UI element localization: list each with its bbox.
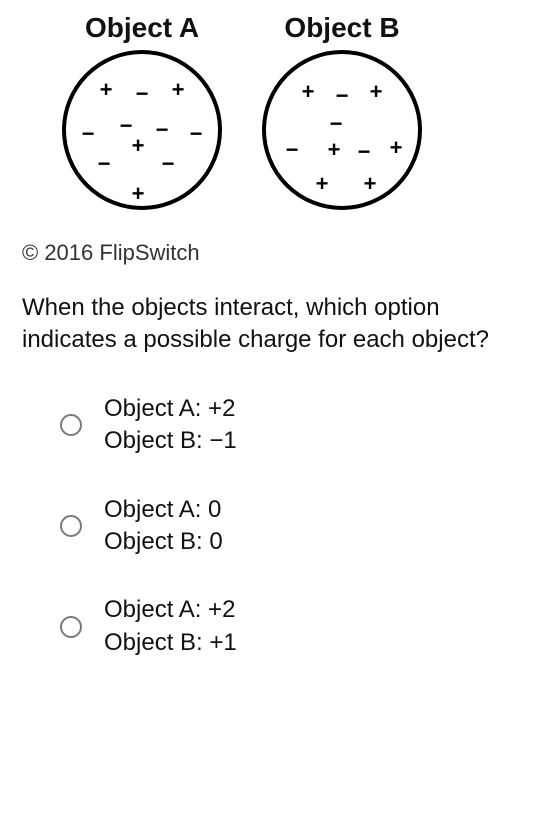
minus-charge-icon: − [286, 139, 299, 161]
copyright-text: © 2016 FlipSwitch [22, 240, 522, 266]
object-a-label: Object A [85, 12, 199, 44]
plus-charge-icon: + [390, 137, 403, 159]
answer-option-text: Object A: +2 Object B: −1 [104, 393, 237, 458]
plus-charge-icon: + [316, 173, 329, 195]
diagram-row: Object A +−+−−+−−−−+ Object B +−+−−+−+++ [22, 12, 522, 210]
object-a-block: Object A +−+−−+−−−−+ [62, 12, 222, 210]
radio-button-icon[interactable] [60, 414, 82, 436]
radio-button-icon[interactable] [60, 515, 82, 537]
minus-charge-icon: − [136, 83, 149, 105]
plus-charge-icon: + [370, 81, 383, 103]
plus-charge-icon: + [132, 183, 145, 205]
object-a-circle: +−+−−+−−−−+ [62, 50, 222, 210]
answer-option-2[interactable]: Object A: 0 Object B: 0 [60, 494, 522, 559]
object-b-label: Object B [284, 12, 399, 44]
plus-charge-icon: + [100, 79, 113, 101]
minus-charge-icon: − [162, 153, 175, 175]
answer-option-1[interactable]: Object A: +2 Object B: −1 [60, 393, 522, 458]
answer-option-text: Object A: 0 Object B: 0 [104, 494, 223, 559]
radio-button-icon[interactable] [60, 616, 82, 638]
plus-charge-icon: + [328, 139, 341, 161]
minus-charge-icon: − [330, 113, 343, 135]
object-b-circle: +−+−−+−+++ [262, 50, 422, 210]
plus-charge-icon: + [132, 135, 145, 157]
answer-option-3[interactable]: Object A: +2 Object B: +1 [60, 594, 522, 659]
plus-charge-icon: + [302, 81, 315, 103]
minus-charge-icon: − [98, 153, 111, 175]
object-b-block: Object B +−+−−+−+++ [262, 12, 422, 210]
minus-charge-icon: − [120, 115, 133, 137]
plus-charge-icon: + [172, 79, 185, 101]
answer-option-text: Object A: +2 Object B: +1 [104, 594, 237, 659]
page: Object A +−+−−+−−−−+ Object B +−+−−+−+++… [0, 0, 544, 679]
minus-charge-icon: − [358, 141, 371, 163]
minus-charge-icon: − [336, 85, 349, 107]
answer-options: Object A: +2 Object B: −1 Object A: 0 Obj… [22, 393, 522, 659]
question-text: When the objects interact, which option … [22, 292, 522, 357]
minus-charge-icon: − [156, 119, 169, 141]
plus-charge-icon: + [364, 173, 377, 195]
minus-charge-icon: − [190, 123, 203, 145]
minus-charge-icon: − [82, 123, 95, 145]
